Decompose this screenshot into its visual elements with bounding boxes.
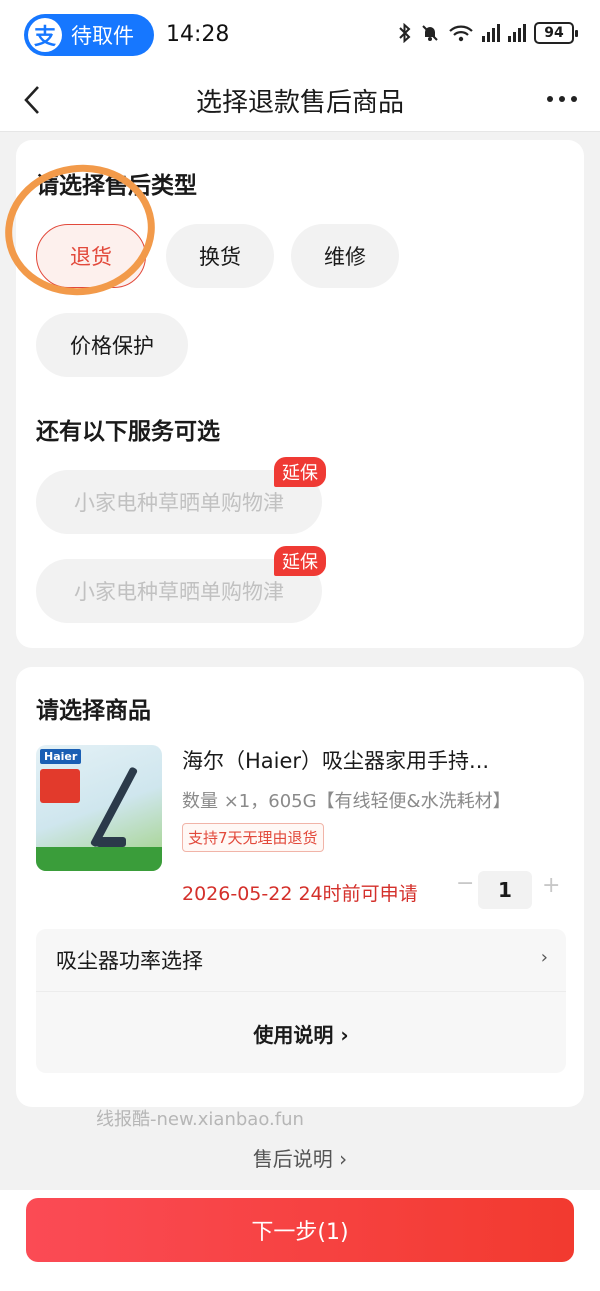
more-dot-icon bbox=[559, 96, 565, 102]
product-promo-bar bbox=[36, 847, 162, 871]
pickup-badge-label: 待取件 bbox=[71, 24, 134, 48]
service-option-repair[interactable]: 维修 bbox=[291, 224, 399, 288]
service-option-price-protect[interactable]: 价格保护 bbox=[36, 313, 188, 377]
product-promo-box bbox=[40, 769, 80, 803]
extended-warranty-badge: 延保 bbox=[274, 546, 326, 576]
next-step-button[interactable]: 下一步(1) bbox=[26, 1198, 574, 1262]
extra-service-item[interactable]: 小家电种草晒单购物津 延保 bbox=[36, 457, 326, 534]
extended-warranty-badge: 延保 bbox=[274, 457, 326, 487]
product-title[interactable]: 海尔（Haier）吸尘器家用手持... bbox=[182, 745, 489, 775]
status-time: 14:28 bbox=[166, 22, 230, 47]
mute-bell-icon bbox=[422, 25, 438, 41]
bluetooth-icon bbox=[399, 23, 411, 43]
nav-bar: 选择退款售后商品 bbox=[0, 72, 600, 132]
service-option-return[interactable]: 退货 bbox=[36, 224, 146, 288]
more-dot-icon bbox=[547, 96, 553, 102]
divider bbox=[36, 991, 566, 992]
status-icons: 94 bbox=[398, 22, 578, 44]
return-policy-tag: 支持7天无理由退货 bbox=[182, 823, 324, 852]
product-section-heading: 请选择商品 bbox=[36, 698, 151, 724]
extra-service-label: 小家电种草晒单购物津 bbox=[74, 580, 284, 604]
more-button[interactable] bbox=[542, 84, 582, 114]
apply-deadline: 2026-05-22 24时前可申请 bbox=[182, 883, 418, 905]
more-dot-icon bbox=[571, 96, 577, 102]
vacuum-illustration bbox=[89, 766, 139, 848]
extra-services-heading: 还有以下服务可选 bbox=[36, 419, 220, 445]
product-options-panel: 吸尘器功率选择 › 使用说明 › bbox=[36, 929, 566, 1073]
bottom-bar: 下一步(1) bbox=[0, 1190, 600, 1291]
after-sale-link[interactable]: 售后说明 › bbox=[0, 1143, 600, 1172]
service-option-exchange[interactable]: 换货 bbox=[166, 224, 274, 288]
usage-instructions-link[interactable]: 使用说明 › bbox=[36, 1019, 566, 1048]
quantity-plus-button[interactable]: + bbox=[542, 873, 560, 898]
service-type-heading: 请选择售后类型 bbox=[36, 173, 197, 199]
product-spec: 数量 ×1，605G【有线轻便&水洗耗材】 bbox=[182, 791, 511, 812]
extra-service-item[interactable]: 小家电种草晒单购物津 延保 bbox=[36, 546, 326, 623]
product-image[interactable]: Haier bbox=[36, 745, 162, 871]
pickup-badge[interactable]: 支 待取件 bbox=[24, 14, 154, 56]
status-bar: 支 待取件 14:28 94 bbox=[0, 0, 600, 72]
product-brand-logo: Haier bbox=[40, 749, 82, 764]
quantity-minus-button[interactable]: − bbox=[456, 871, 474, 896]
quantity-value[interactable]: 1 bbox=[478, 871, 532, 909]
page-title: 选择退款售后商品 bbox=[195, 88, 404, 118]
extra-service-label: 小家电种草晒单购物津 bbox=[74, 491, 284, 515]
service-type-card: 请选择售后类型 退货 换货 维修 价格保护 还有以下服务可选 小家电种草晒单购物… bbox=[16, 140, 584, 648]
watermark: 线报酷-new.xianbao.fun bbox=[96, 1109, 304, 1130]
battery-icon: 94 bbox=[534, 22, 578, 44]
product-card: 请选择商品 Haier 海尔（Haier）吸尘器家用手持... 数量 ×1，60… bbox=[16, 667, 584, 1107]
chevron-right-icon[interactable]: › bbox=[541, 947, 548, 968]
signal-icon-2 bbox=[508, 24, 526, 42]
alipay-logo-icon: 支 bbox=[28, 18, 62, 52]
power-option-label[interactable]: 吸尘器功率选择 bbox=[56, 945, 203, 975]
vacuum-head-illustration bbox=[96, 837, 126, 847]
wifi-icon bbox=[449, 25, 473, 42]
signal-icon bbox=[482, 24, 500, 42]
